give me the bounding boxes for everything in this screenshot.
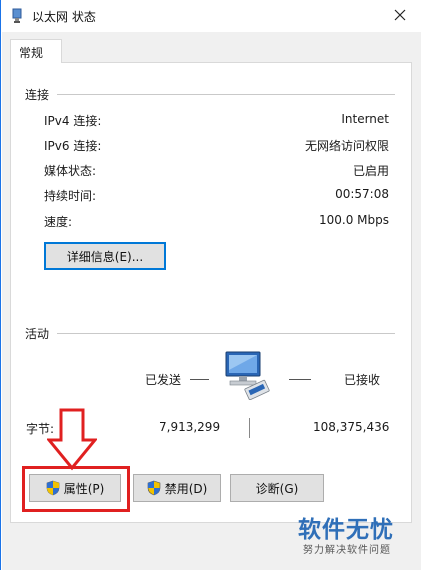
connection-group-title: 连接 <box>25 88 50 102</box>
title-bar[interactable]: 以太网 状态 <box>2 0 421 32</box>
watermark-subtitle: 努力解决软件问题 <box>303 545 391 556</box>
activity-group-divider <box>57 333 395 334</box>
duration-label: 持续时间: <box>44 189 97 203</box>
media-state-label: 媒体状态: <box>44 164 97 178</box>
ipv4-value: Internet <box>341 112 389 126</box>
ipv6-value: 无网络访问权限 <box>304 139 389 153</box>
close-icon <box>394 9 406 21</box>
uac-shield-icon <box>147 480 160 496</box>
network-activity-icon <box>225 351 270 400</box>
ethernet-status-window: 以太网 状态 常规 连接 IPv4 连接: Internet IPv6 连接: … <box>0 0 421 570</box>
annotation-arrow-icon <box>47 408 97 471</box>
tab-general-label: 常规 <box>19 46 44 60</box>
activity-group-title: 活动 <box>25 327 50 341</box>
connection-group-divider <box>57 94 395 95</box>
details-button[interactable]: 详细信息(E)... <box>44 242 166 270</box>
duration-value: 00:57:08 <box>335 187 389 201</box>
sent-label: 已发送 <box>145 373 182 387</box>
disable-button-label: 禁用(D) <box>164 481 208 496</box>
annotation-highlight-box <box>22 466 130 512</box>
diagnose-button[interactable]: 诊断(G) <box>230 474 324 502</box>
received-label: 已接收 <box>344 373 381 387</box>
disable-button[interactable]: 禁用(D) <box>133 474 221 502</box>
sent-connector-line <box>190 379 209 380</box>
received-connector-line <box>289 379 311 380</box>
tab-general[interactable]: 常规 <box>10 39 62 63</box>
bytes-sent-value: 7,913,299 <box>159 420 221 434</box>
speed-value: 100.0 Mbps <box>318 213 389 227</box>
window-title: 以太网 状态 <box>32 10 96 24</box>
ipv6-label: IPv6 连接: <box>44 139 102 153</box>
activity-separator <box>249 418 250 438</box>
ipv4-label: IPv4 连接: <box>44 114 102 128</box>
bytes-received-value: 108,375,436 <box>313 420 390 434</box>
network-adapter-icon <box>12 8 22 23</box>
media-state-value: 已启用 <box>352 164 389 178</box>
speed-label: 速度: <box>44 215 73 229</box>
close-button[interactable] <box>378 0 421 30</box>
watermark-title: 软件无忧 <box>298 517 394 543</box>
